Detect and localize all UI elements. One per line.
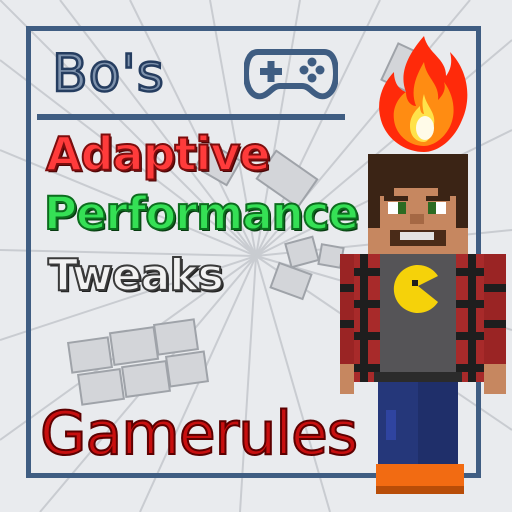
title-line-performance: Performance bbox=[43, 187, 360, 241]
player-character bbox=[340, 154, 506, 494]
title-underline bbox=[37, 114, 345, 120]
subtitle-gamerules: Gamerules bbox=[39, 399, 359, 469]
title-line-tweaks: Tweaks bbox=[47, 249, 225, 302]
logo-title: Bo's bbox=[51, 43, 165, 106]
gamepad-icon bbox=[244, 49, 338, 100]
fire-icon bbox=[379, 36, 468, 152]
title-line-adaptive: Adaptive bbox=[45, 127, 271, 181]
